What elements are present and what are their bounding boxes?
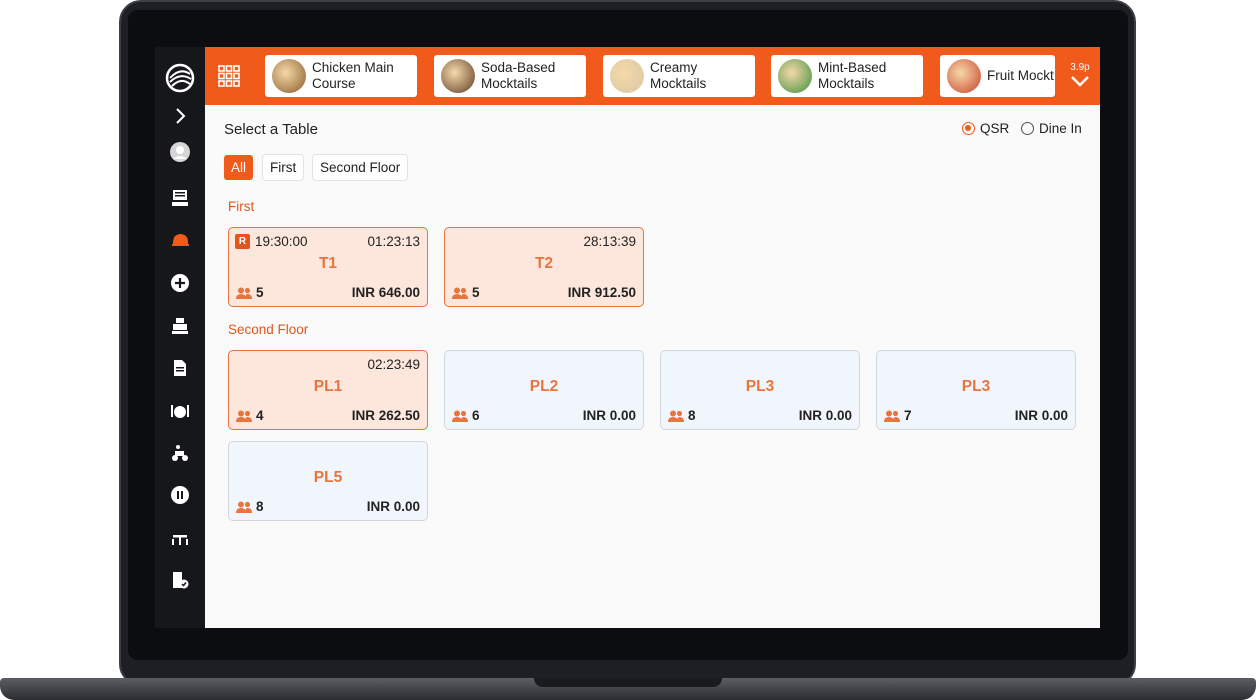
table-card[interactable]: 28:13:39 T2 5 INR 912.50 [444, 227, 644, 307]
table-name: PL5 [313, 469, 343, 486]
table-amount: INR 0.00 [582, 408, 636, 423]
mode-label: Dine In [1039, 121, 1082, 136]
guest-count: 8 [668, 408, 696, 423]
table-name: T1 [318, 255, 338, 272]
chevron-right-icon[interactable] [168, 104, 192, 128]
guests-icon [884, 410, 904, 422]
page-title: Select a Table [224, 121, 318, 138]
table-amount: INR 0.00 [366, 499, 420, 514]
category-chip[interactable]: Soda-Based Mocktails [434, 55, 586, 97]
elapsed-time: 02:23:49 [367, 357, 420, 372]
chevron-down-icon [1071, 76, 1089, 87]
table-name: PL2 [529, 378, 559, 395]
table-selection-panel: Select a Table QSR Dine In All First Sec… [205, 105, 1100, 628]
table-card[interactable]: PL5 8 INR 0.00 [228, 441, 428, 521]
radio-unselected-icon [1021, 122, 1034, 135]
guest-count: 5 [452, 285, 480, 300]
add-circle-icon[interactable] [168, 271, 192, 295]
sidebar [155, 47, 205, 628]
table-name: PL3 [961, 378, 991, 395]
delivery-helmet-icon[interactable] [168, 228, 192, 252]
filter-chip-all[interactable]: All [224, 155, 254, 180]
table-amount: INR 0.00 [1014, 408, 1068, 423]
category-thumbnail [441, 59, 475, 93]
guest-count-value: 8 [688, 408, 696, 423]
mode-dine-in-radio[interactable]: Dine In [1021, 121, 1082, 136]
category-label: Fruit Mockt [987, 68, 1054, 83]
category-chip[interactable]: Fruit Mockt [940, 55, 1055, 97]
dine-plate-icon[interactable] [168, 399, 192, 423]
grid-menu-icon[interactable] [218, 65, 240, 87]
elapsed-time: 01:23:13 [367, 234, 420, 249]
delivery-scooter-icon[interactable] [168, 441, 192, 465]
category-label: Mint-Based Mocktails [818, 60, 887, 91]
guest-count: 4 [236, 408, 264, 423]
table-card[interactable]: R 19:30:00 01:23:13 T1 5 INR 646.00 [228, 227, 428, 307]
guest-count-value: 5 [256, 285, 264, 300]
table-card[interactable]: 02:23:49 PL1 4 INR 262.50 [228, 350, 428, 430]
table-name: PL3 [745, 378, 775, 395]
filter-chip-second-floor[interactable]: Second Floor [313, 155, 408, 180]
category-label: Soda-Based Mocktails [481, 60, 556, 91]
category-thumbnail [272, 59, 306, 93]
category-label: Chicken Main Course [312, 60, 394, 91]
guest-count-value: 4 [256, 408, 264, 423]
category-chip[interactable]: Mint-Based Mocktails [771, 55, 923, 97]
category-bar: Chicken Main Course Soda-Based Mocktails C… [205, 47, 1100, 105]
guests-icon [668, 410, 688, 422]
table-card[interactable]: PL2 6 INR 0.00 [444, 350, 644, 430]
cash-register-icon[interactable] [168, 314, 192, 338]
guest-count-value: 5 [472, 285, 480, 300]
filter-chip-first[interactable]: First [263, 155, 304, 180]
pos-terminal-icon[interactable] [168, 186, 192, 210]
table-amount: INR 0.00 [798, 408, 852, 423]
more-badge: 3.9p [1070, 62, 1090, 73]
category-chip[interactable]: Creamy Mocktails [603, 55, 755, 97]
guests-icon [236, 410, 256, 422]
section-heading: Second Floor [228, 322, 309, 337]
table-amount: INR 262.50 [351, 408, 420, 423]
radio-selected-icon [962, 122, 975, 135]
table-name: T2 [534, 255, 554, 272]
guests-icon [452, 287, 472, 299]
logo-icon[interactable] [165, 63, 195, 93]
guest-count: 7 [884, 408, 912, 423]
mode-label: QSR [980, 121, 1010, 136]
guest-count-value: 8 [256, 499, 264, 514]
guest-count-value: 7 [904, 408, 912, 423]
category-chip[interactable]: Chicken Main Course [265, 55, 417, 97]
laptop-notch [534, 678, 722, 687]
reservation-time: 19:30:00 [255, 234, 308, 249]
table-amount: INR 646.00 [351, 285, 420, 300]
category-thumbnail [610, 59, 644, 93]
guests-icon [236, 287, 256, 299]
table-card[interactable]: PL3 7 INR 0.00 [876, 350, 1076, 430]
mode-qsr-radio[interactable]: QSR [962, 121, 1009, 136]
guest-count: 5 [236, 285, 264, 300]
elapsed-time: 28:13:39 [583, 234, 636, 249]
section-heading: First [228, 199, 255, 214]
reserved-badge: R [235, 234, 250, 249]
guest-count-value: 6 [472, 408, 480, 423]
more-categories-button[interactable]: 3.9p [1065, 62, 1095, 96]
category-thumbnail [947, 59, 981, 93]
table-dining-icon[interactable] [168, 526, 192, 550]
guests-icon [236, 501, 256, 513]
table-amount: INR 912.50 [567, 285, 636, 300]
table-name: PL1 [313, 378, 343, 395]
document-icon[interactable] [168, 356, 192, 380]
guest-count: 8 [236, 499, 264, 514]
report-check-icon[interactable] [168, 568, 192, 592]
category-label: Creamy Mocktails [650, 60, 707, 91]
app-screen: Chicken Main Course Soda-Based Mocktails C… [155, 47, 1100, 628]
category-thumbnail [778, 59, 812, 93]
pause-circle-icon[interactable] [168, 483, 192, 507]
table-card[interactable]: PL3 8 INR 0.00 [660, 350, 860, 430]
guests-icon [452, 410, 472, 422]
guest-count: 6 [452, 408, 480, 423]
avatar-icon[interactable] [168, 140, 192, 164]
